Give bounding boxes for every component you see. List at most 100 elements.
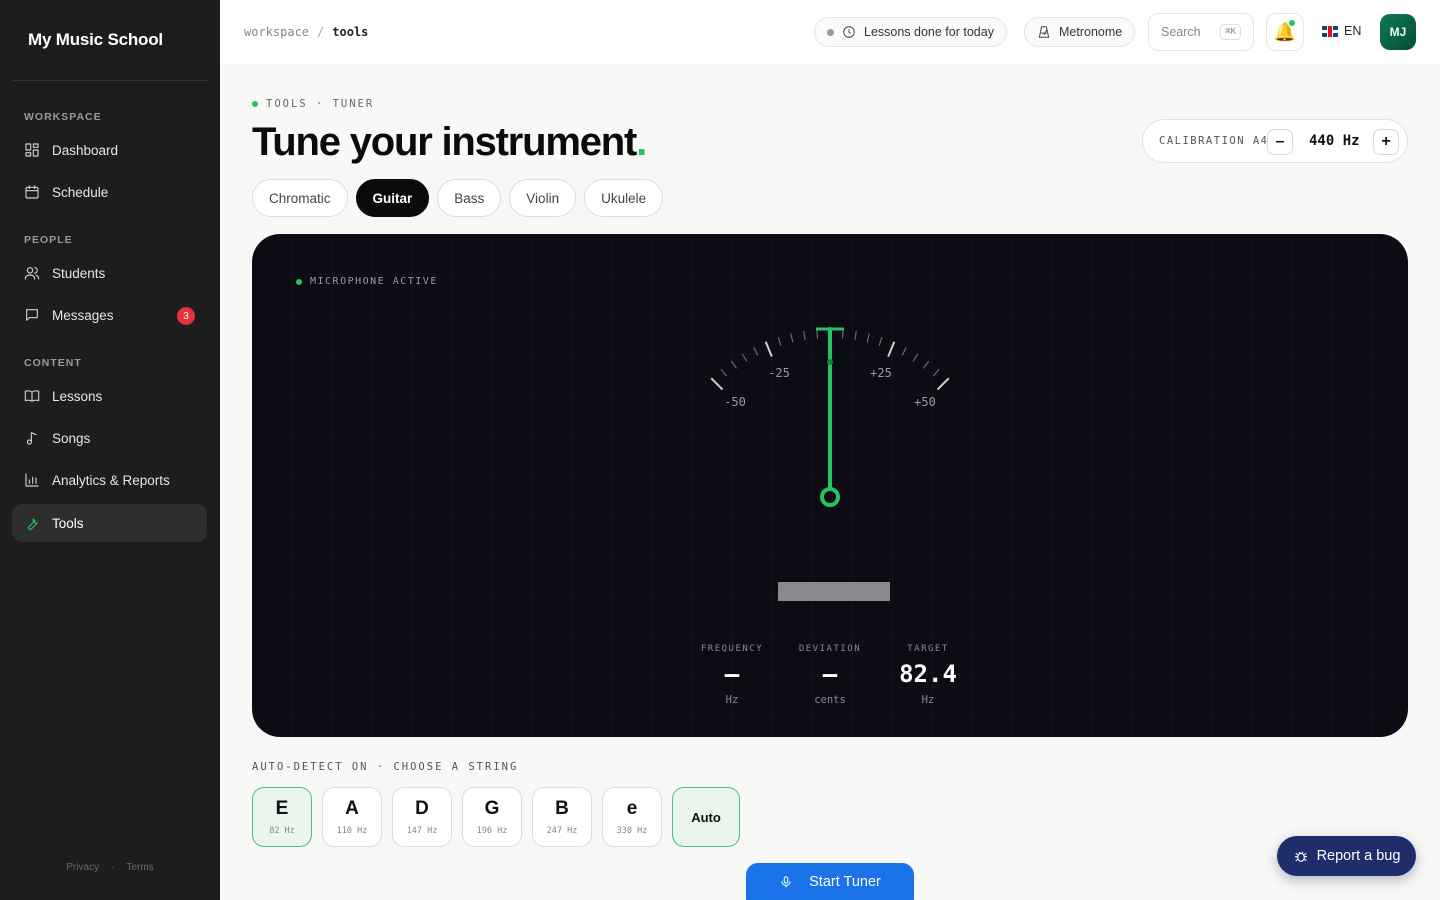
calendar-icon [25, 185, 39, 199]
needle-pivot [820, 487, 840, 507]
language-selector[interactable]: EN [1322, 24, 1361, 38]
breadcrumb-current: tools [332, 25, 369, 39]
string-button-d[interactable]: D 147 Hz [392, 787, 452, 847]
string-note: E [275, 798, 289, 819]
scale-label-plus-25: +25 [870, 366, 892, 380]
frequency-label: FREQUENCY [700, 644, 764, 654]
section-people: PEOPLE [24, 234, 73, 246]
sidebar-item-songs[interactable]: Songs [12, 419, 207, 457]
page-title-text: Tune your instrument [252, 120, 637, 164]
target-value: 82.4 [899, 660, 957, 688]
gauge-tick [816, 329, 819, 339]
string-button-g[interactable]: G 196 Hz [462, 787, 522, 847]
breadcrumb-workspace[interactable]: workspace [244, 25, 309, 39]
sidebar-item-label: Lessons [52, 388, 103, 404]
unread-badge: 3 [177, 307, 195, 325]
users-icon [24, 267, 40, 280]
sidebar-item-lessons[interactable]: Lessons [12, 377, 207, 415]
section-workspace: WORKSPACE [24, 111, 102, 123]
target-unit: Hz [921, 694, 935, 706]
target-label: TARGET [907, 644, 949, 654]
gauge-tick [753, 347, 759, 356]
sidebar-item-tools[interactable]: Tools [12, 504, 207, 542]
sidebar-item-messages[interactable]: Messages 3 [12, 296, 207, 334]
frequency-value: – [724, 660, 740, 688]
sidebar: My Music School WORKSPACE Dashboard Sche… [0, 0, 220, 900]
tab-ukulele[interactable]: Ukulele [584, 179, 664, 217]
title-accent-dot: . [636, 120, 647, 164]
privacy-link[interactable]: Privacy [66, 862, 99, 873]
terms-link[interactable]: Terms [126, 862, 153, 873]
gauge-tick [854, 330, 857, 341]
tab-guitar[interactable]: Guitar [355, 179, 430, 217]
sidebar-item-label: Messages [52, 307, 114, 323]
eyebrow-text: TOOLS · TUNER [266, 98, 375, 110]
calibration-control: CALIBRATION A4 – 440 Hz + [1142, 119, 1408, 163]
string-note: A [345, 798, 359, 819]
calibration-increase-button[interactable]: + [1373, 129, 1399, 155]
scale-label-minus-50: -50 [724, 395, 746, 409]
clock-icon [843, 26, 855, 38]
microphone-icon [781, 876, 791, 888]
report-bug-label: Report a bug [1316, 848, 1401, 864]
string-note: D [415, 798, 429, 819]
message-icon [26, 309, 38, 321]
section-content: CONTENT [24, 357, 82, 369]
string-button-low-e[interactable]: E 82 Hz [252, 787, 312, 847]
gauge-tick [936, 377, 950, 391]
gauge-tick [730, 360, 738, 369]
gauge-tick [912, 353, 919, 362]
string-button-a[interactable]: A 110 Hz [322, 787, 382, 847]
status-dot [252, 101, 258, 107]
deviation-label: DEVIATION [798, 644, 862, 654]
breadcrumb-separator: / [317, 25, 325, 39]
report-bug-button[interactable]: Report a bug [1277, 836, 1416, 876]
string-button-b[interactable]: B 247 Hz [532, 787, 592, 847]
notification-dot [1289, 20, 1295, 26]
sidebar-item-students[interactable]: Students [12, 254, 207, 292]
calibration-decrease-button[interactable]: – [1267, 129, 1293, 155]
sidebar-item-label: Songs [52, 430, 91, 446]
lessons-status-label: Lessons done for today [864, 25, 994, 39]
tab-violin[interactable]: Violin [509, 179, 577, 217]
music-note-icon [26, 432, 37, 445]
sidebar-item-label: Tools [52, 515, 84, 531]
calibration-value: 440 Hz [1309, 133, 1360, 149]
gauge-tick [922, 360, 930, 369]
avatar[interactable]: MJ [1380, 14, 1416, 50]
tuner-needle [827, 327, 833, 499]
metronome-icon [1038, 26, 1050, 38]
footer-separator: · [111, 862, 115, 873]
string-frequency: 247 Hz [546, 826, 578, 836]
eyebrow: TOOLS · TUNER [252, 98, 374, 110]
lessons-status-pill[interactable]: Lessons done for today [814, 17, 1007, 47]
metronome-label: Metronome [1059, 25, 1123, 39]
notifications-button[interactable]: 🔔 [1266, 13, 1304, 51]
gauge-tick [764, 341, 773, 357]
strings-label: AUTO-DETECT ON · CHOOSE A STRING [252, 761, 519, 773]
sidebar-item-schedule[interactable]: Schedule [12, 173, 207, 211]
string-frequency: 82 Hz [269, 826, 295, 836]
gauge-tick [790, 333, 794, 343]
gauge-tick [803, 330, 806, 341]
gauge-tick [932, 368, 940, 377]
brand-name[interactable]: My Music School [28, 30, 163, 50]
gauge-tick [777, 337, 782, 346]
auto-detect-button[interactable]: Auto [672, 787, 740, 847]
start-tuner-button[interactable]: Start Tuner [746, 863, 914, 900]
sidebar-divider [12, 80, 208, 81]
sidebar-item-dashboard[interactable]: Dashboard [12, 131, 207, 169]
metronome-button[interactable]: Metronome [1024, 17, 1136, 47]
sidebar-item-analytics[interactable]: Analytics & Reports [12, 461, 207, 499]
gauge-tick [720, 368, 728, 377]
start-tuner-label: Start Tuner [809, 874, 881, 890]
string-frequency: 196 Hz [476, 826, 508, 836]
search-input[interactable]: Search ⌘K [1148, 13, 1254, 51]
frequency-readout: FREQUENCY – Hz [692, 644, 772, 706]
tab-bass[interactable]: Bass [437, 179, 502, 217]
tab-chromatic[interactable]: Chromatic [252, 179, 348, 217]
string-button-high-e[interactable]: e 330 Hz [602, 787, 662, 847]
frequency-unit: Hz [725, 694, 739, 706]
bug-icon [1294, 851, 1307, 862]
topbar: workspace / tools Lessons done for today M… [220, 0, 1440, 64]
